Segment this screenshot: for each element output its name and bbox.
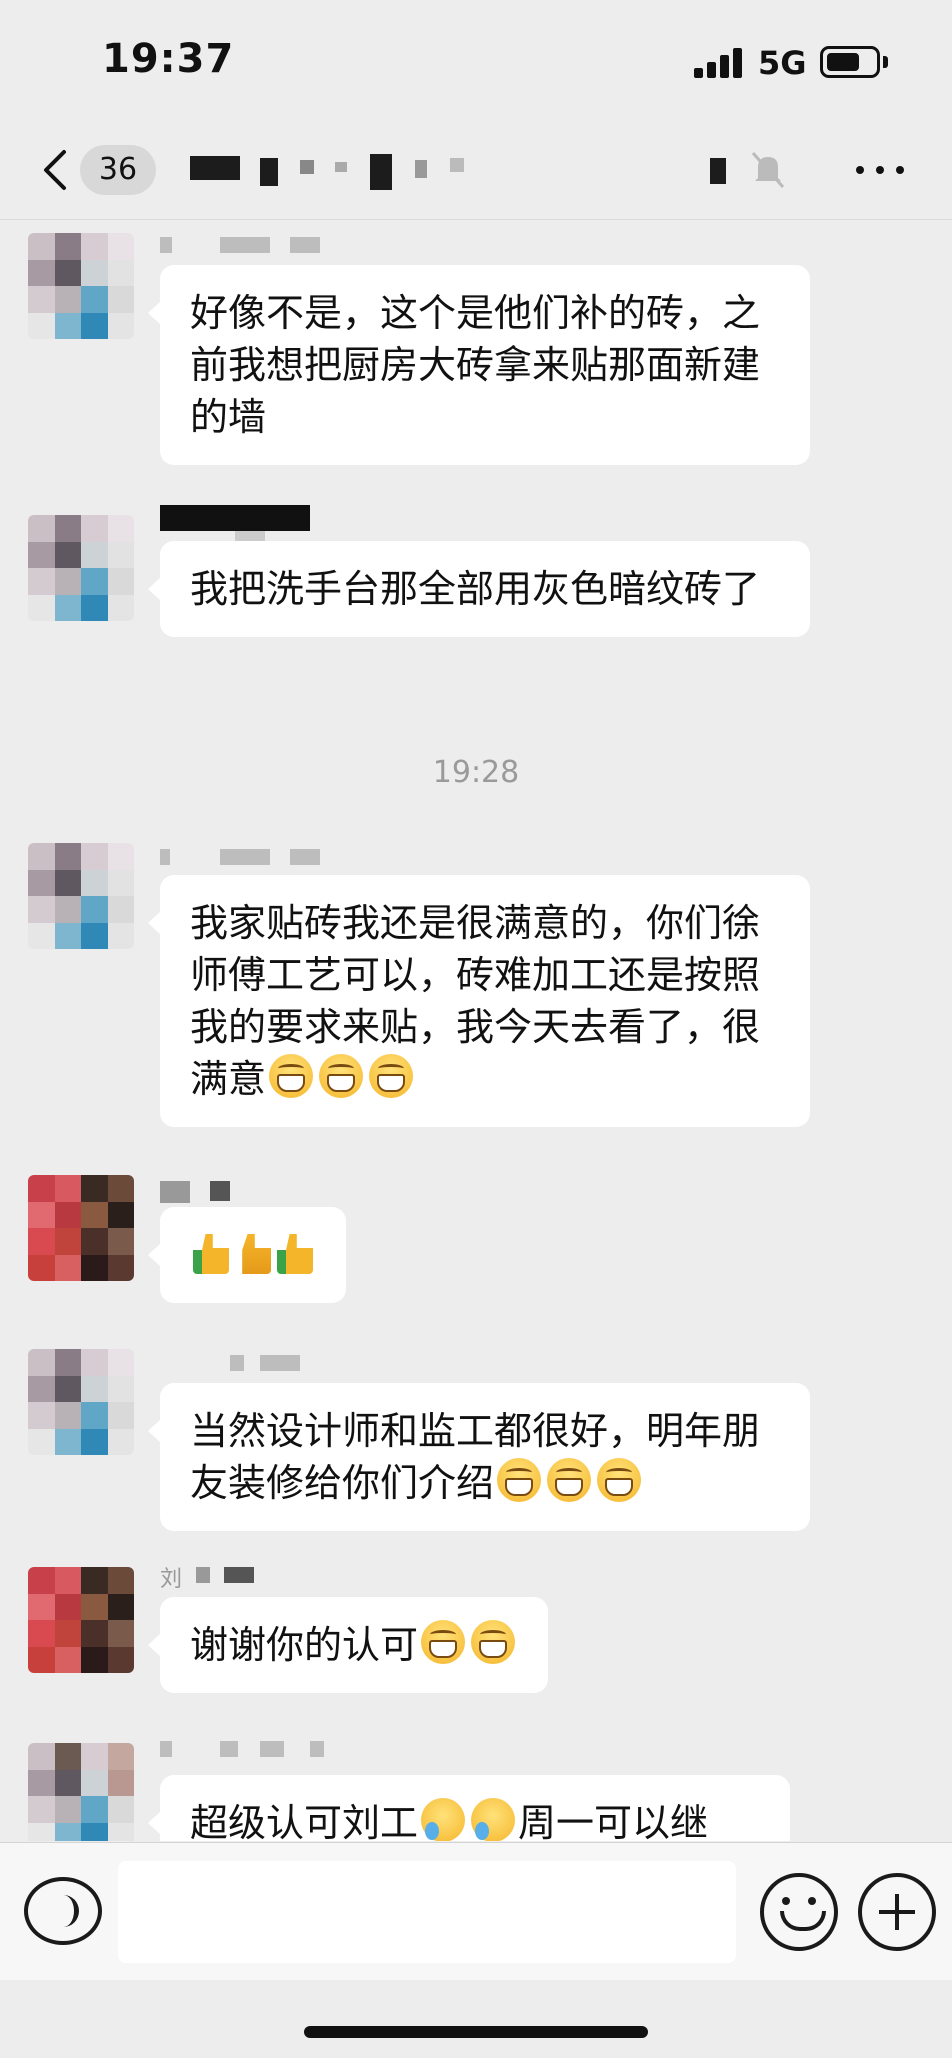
message-bubble[interactable]: 我把洗手台那全部用灰色暗纹砖了 [148,541,810,637]
message-timestamp: 19:28 [432,755,520,790]
sender-name: 刘 [160,1561,360,1592]
grin-emoji-icon [269,1054,314,1098]
message-text: 超级认可刘工 [190,1801,419,1841]
sender-name-redacted [160,1175,360,1203]
grin-emoji-icon [547,1458,592,1502]
message-list[interactable]: 好像不是，这个是他们补的砖，之前我想把厨房大砖拿来贴那面新建的墙 我把洗手台那全… [0,221,952,1841]
sender-name-redacted [160,1735,360,1763]
thumbs-up-emoji-icon [277,1234,313,1274]
sender-name-redacted [160,503,360,541]
message-bubble[interactable]: 我家贴砖我还是很满意的，你们徐师傅工艺可以，砖难加工还是按照我的要求来贴，我今天… [148,875,810,1127]
thumbs-up-emoji-icon [193,1234,229,1274]
input-bar [0,1842,952,1980]
message-bubble[interactable]: 好像不是，这个是他们补的砖，之前我想把厨房大砖拿来贴那面新建的墙 [148,265,810,465]
grin-emoji-icon [319,1054,364,1098]
voice-input-button[interactable] [24,1877,102,1945]
unread-count-badge[interactable]: 36 [80,145,156,195]
sender-name-redacted [160,231,360,259]
status-bar: 19:37 5G [0,0,952,120]
chat-header: 36 [0,120,952,220]
home-indicator[interactable] [304,2026,648,2038]
crying-laughing-emoji-icon [471,1798,516,1841]
chevron-left-icon [44,150,66,190]
message-text: 周一可以继 [518,1801,709,1841]
grin-emoji-icon [597,1458,642,1502]
more-button[interactable] [856,154,908,184]
battery-level [827,53,859,71]
bell-off-icon [750,150,786,190]
crying-laughing-emoji-icon [421,1798,466,1841]
grin-emoji-icon [497,1458,542,1502]
back-button[interactable] [36,142,76,198]
more-actions-button[interactable] [858,1873,936,1951]
group-title-redacted[interactable] [190,150,726,194]
avatar[interactable] [28,1175,134,1281]
message-input[interactable] [118,1861,736,1963]
signal-icon [694,48,742,78]
avatar[interactable] [28,843,134,949]
avatar[interactable] [28,1567,134,1673]
grin-emoji-icon [471,1620,516,1664]
avatar[interactable] [28,515,134,621]
message-bubble[interactable]: 谢谢你的认可 [147,1597,549,1693]
status-time: 19:37 [102,36,235,82]
emoji-button[interactable] [760,1873,838,1951]
battery-icon [820,46,880,78]
message-bubble[interactable]: 超级认可刘工 周一可以继 [148,1775,790,1841]
sender-name-redacted [160,1349,360,1377]
avatar[interactable] [28,1743,134,1841]
message-text: 谢谢你的认可 [190,1623,419,1667]
avatar[interactable] [28,233,134,339]
avatar[interactable] [28,1349,134,1455]
message-text: 当然设计师和监工都很好，明年朋友装修给你们介绍 [190,1409,761,1505]
grin-emoji-icon [421,1620,466,1664]
message-bubble[interactable] [148,1207,346,1303]
grin-emoji-icon [369,1054,414,1098]
message-bubble[interactable]: 当然设计师和监工都很好，明年朋友装修给你们介绍 [148,1383,810,1531]
sender-name-redacted [160,843,360,871]
battery-cap [883,56,888,68]
thumbs-up-emoji-icon [242,1234,271,1274]
network-type: 5G [758,44,807,82]
